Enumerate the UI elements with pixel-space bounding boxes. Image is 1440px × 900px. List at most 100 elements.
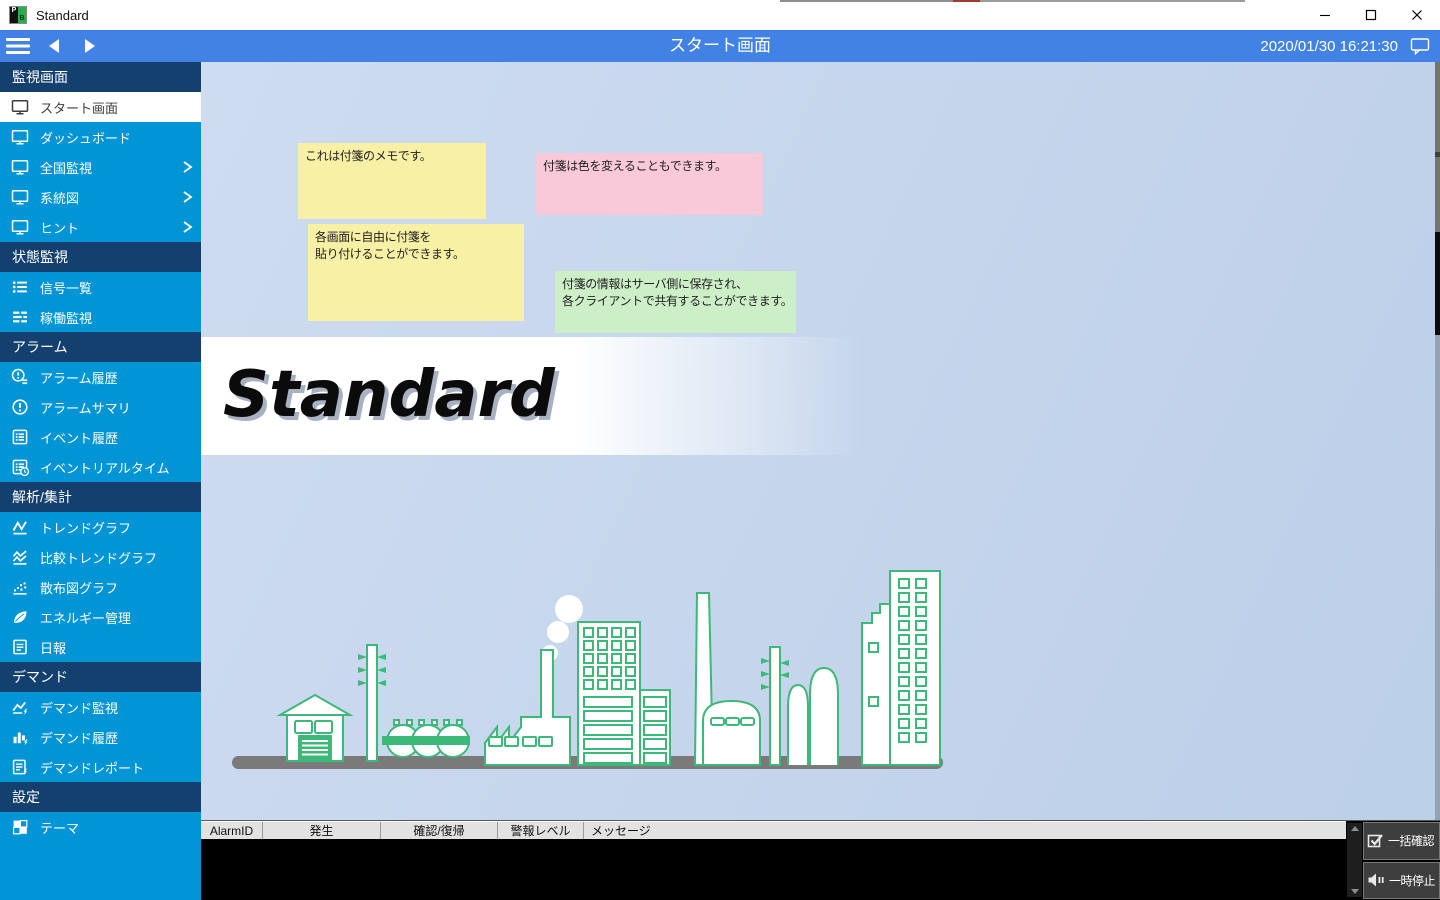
sidebar-item-compare-trend-graph[interactable]: 比較トレンドグラフ — [0, 542, 201, 572]
sidebar-section-status-monitor: 状態監視 — [0, 242, 201, 272]
scatter-graph-icon — [11, 578, 29, 596]
city-skyline-illustration — [232, 565, 943, 771]
sticky-note[interactable]: 付箋の情報はサーバ側に保存され、各クライアントで共有することができます。 — [555, 271, 796, 333]
hero-band: Standard — [201, 337, 863, 455]
sidebar-item-system-diagram[interactable]: 系統図 — [0, 182, 201, 212]
sticky-note-text: 貼り付けることができます。 — [315, 246, 517, 263]
scroll-up-icon[interactable] — [1351, 826, 1359, 831]
sidebar-section-settings: 設定 — [0, 782, 201, 812]
alarm-column-label: 発生 — [309, 822, 333, 839]
monitor-icon — [11, 158, 29, 176]
sidebar-item-operation-monitor[interactable]: 稼働監視 — [0, 302, 201, 332]
sidebar-item-label: 系統図 — [40, 188, 79, 207]
sidebar-item-event-history[interactable]: イベント履歴 — [0, 422, 201, 452]
sidebar: 監視画面スタート画面ダッシュボード全国監視系統図ヒント状態監視信号一覧稼働監視ア… — [0, 62, 201, 900]
alarm-column-level[interactable]: 警報レベル — [498, 822, 584, 839]
sidebar-item-dashboard[interactable]: ダッシュボード — [0, 122, 201, 152]
background-window-artifact — [780, 0, 953, 2]
sidebar-item-label: アラームサマリ — [40, 398, 131, 417]
background-window-artifact — [980, 0, 1245, 2]
sidebar-item-label: 比較トレンドグラフ — [40, 548, 157, 567]
sidebar-item-label: 信号一覧 — [40, 278, 92, 297]
sidebar-item-scatter-graph[interactable]: 散布図グラフ — [0, 572, 201, 602]
background-window-artifact — [953, 0, 980, 2]
app-logo-icon: PB — [9, 6, 27, 24]
sidebar-item-label: テーマ — [40, 818, 79, 837]
window-maximize-button[interactable] — [1348, 0, 1394, 30]
alarm-actions: 一括確認一時停止 — [1363, 822, 1440, 899]
alarm-history-icon — [11, 368, 29, 386]
window-controls — [1302, 0, 1440, 30]
sidebar-item-alarm-summary[interactable]: アラームサマリ — [0, 392, 201, 422]
pause-button[interactable]: 一時停止 — [1363, 862, 1440, 900]
sidebar-item-theme[interactable]: テーマ — [0, 812, 201, 842]
chevron-right-icon — [181, 219, 194, 235]
sidebar-item-label: 稼働監視 — [40, 308, 92, 327]
alarm-column-ack-restore[interactable]: 確認/復帰 — [381, 822, 498, 839]
sidebar-item-label: スタート画面 — [40, 98, 118, 117]
sidebar-item-demand-monitor[interactable]: デマンド監視 — [0, 692, 201, 722]
sidebar-item-label: デマンドレポート — [40, 758, 144, 777]
app-window: PB Standard スタート画面 2020/01/30 16:21:30 監… — [0, 0, 1440, 900]
comment-icon[interactable] — [1410, 37, 1430, 55]
sidebar-item-demand-report[interactable]: デマンドレポート — [0, 752, 201, 782]
sidebar-section-analysis: 解析/集計 — [0, 482, 201, 512]
sidebar-item-alarm-history[interactable]: アラーム履歴 — [0, 362, 201, 392]
sidebar-item-label: 全国監視 — [40, 158, 92, 177]
alarm-panel: AlarmID 発生 確認/復帰 警報レベルメッセージ 一括確認一時停止 — [201, 820, 1440, 900]
speaker-pause-icon — [1367, 872, 1385, 888]
compare-trend-graph-icon — [11, 548, 29, 566]
alarm-column-label: AlarmID — [210, 824, 253, 838]
alarm-column-occurred[interactable]: 発生 — [263, 822, 381, 839]
trend-graph-icon — [11, 518, 29, 536]
operation-monitor-icon — [11, 308, 29, 326]
background-window-artifact — [1435, 62, 1440, 152]
sidebar-item-daily-report[interactable]: 日報 — [0, 632, 201, 662]
event-history-icon — [11, 428, 29, 446]
window-close-button[interactable] — [1394, 0, 1440, 30]
sidebar-item-label: イベントリアルタイム — [40, 458, 170, 477]
alarm-column-label: 確認/復帰 — [413, 822, 464, 839]
background-window-artifact — [1435, 157, 1440, 232]
sidebar-item-label: 日報 — [40, 638, 66, 657]
alarm-summary-icon — [11, 398, 29, 416]
confirm-all-button[interactable]: 一括確認 — [1363, 822, 1440, 860]
alarm-scrollbar[interactable] — [1347, 823, 1362, 897]
demand-bar-icon — [11, 728, 29, 746]
check-all-icon — [1367, 832, 1384, 849]
signal-list-icon — [11, 278, 29, 296]
sticky-note[interactable]: 各画面に自由に付箋を貼り付けることができます。 — [308, 224, 524, 321]
sidebar-item-trend-graph[interactable]: トレンドグラフ — [0, 512, 201, 542]
sidebar-item-start-screen[interactable]: スタート画面 — [0, 92, 201, 122]
monitor-icon — [11, 188, 29, 206]
sidebar-section-monitor-screens: 監視画面 — [0, 62, 201, 92]
sidebar-item-hint[interactable]: ヒント — [0, 212, 201, 242]
window-minimize-button[interactable] — [1302, 0, 1348, 30]
sidebar-item-signal-list[interactable]: 信号一覧 — [0, 272, 201, 302]
monitor-icon — [11, 128, 29, 146]
sidebar-item-event-realtime[interactable]: イベントリアルタイム — [0, 452, 201, 482]
sidebar-item-energy-management[interactable]: エネルギー管理 — [0, 602, 201, 632]
sticky-note-text: 付箋は色を変えることもできます。 — [543, 158, 756, 175]
event-realtime-icon — [11, 458, 29, 476]
topbar-right: 2020/01/30 16:21:30 — [1260, 30, 1430, 62]
alarm-column-alarm-id[interactable]: AlarmID — [201, 822, 263, 839]
start-screen-canvas: Standard — [201, 62, 1440, 820]
sidebar-item-label: デマンド監視 — [40, 698, 118, 717]
screen-title: スタート画面 — [0, 30, 1440, 62]
alarm-column-message[interactable]: メッセージ — [584, 822, 1346, 839]
sidebar-item-label: ヒント — [40, 218, 79, 237]
clock-timestamp: 2020/01/30 16:21:30 — [1260, 38, 1398, 55]
sidebar-item-label: アラーム履歴 — [40, 368, 118, 387]
demand-report-icon — [11, 758, 29, 776]
alarm-column-label: 警報レベル — [510, 822, 570, 839]
alarm-table-body[interactable] — [201, 839, 1346, 900]
sidebar-section-demand: デマンド — [0, 662, 201, 692]
sticky-note[interactable]: これは付箋のメモです。 — [298, 143, 486, 219]
sidebar-item-national-monitor[interactable]: 全国監視 — [0, 152, 201, 182]
sidebar-item-demand-history[interactable]: デマンド履歴 — [0, 722, 201, 752]
sidebar-item-label: ダッシュボード — [40, 128, 131, 147]
sticky-note[interactable]: 付箋は色を変えることもできます。 — [536, 153, 763, 215]
sidebar-item-label: デマンド履歴 — [40, 728, 118, 747]
scroll-down-icon[interactable] — [1351, 889, 1359, 894]
